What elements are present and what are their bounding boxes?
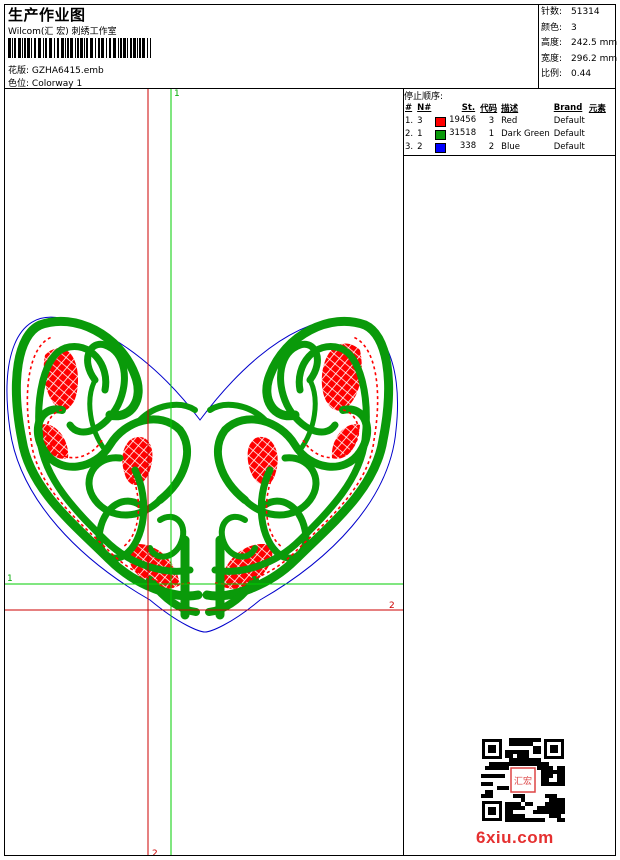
col-desc: 描述 bbox=[501, 103, 519, 114]
barcode bbox=[8, 38, 151, 58]
stat-width: 宽度: 296.2 mm bbox=[541, 53, 618, 64]
color-swatch bbox=[435, 116, 447, 127]
panel-divider-horizontal bbox=[403, 155, 616, 156]
table-row: 1. 3 19456 3 Red Default bbox=[405, 114, 585, 127]
site-watermark: 6xiu.com bbox=[476, 828, 554, 847]
stat-scale: 比例: 0.44 bbox=[541, 69, 592, 79]
table-row: 3. 2 338 2 Blue Default bbox=[405, 140, 585, 153]
col-needle: N# bbox=[417, 102, 432, 113]
stats-divider bbox=[538, 4, 539, 88]
design-file: GZHA6415.emb bbox=[31, 66, 104, 76]
col-brand: Brand bbox=[553, 102, 583, 113]
stats-panel: 针数: 51314 颜色: 3 高度: 242.5 mm 宽度: 296.2 mm 比例… bbox=[541, 5, 617, 83]
design-label: 花版: bbox=[8, 66, 30, 76]
col-stitches: St. bbox=[461, 102, 476, 113]
guide-label-green-h: 1 bbox=[7, 574, 13, 584]
design-file-line: 花版: GZHA6415.emb bbox=[8, 63, 104, 76]
guide-label-green-v: 1 bbox=[174, 89, 180, 99]
qr-code: 汇宏 bbox=[481, 738, 565, 822]
color-swatch bbox=[435, 129, 447, 140]
seal-text: 汇宏 bbox=[514, 775, 532, 787]
stat-colors: 颜色: 3 bbox=[541, 22, 577, 33]
col-element: 元素 bbox=[588, 103, 606, 114]
stat-height: 高度: 242.5 mm bbox=[541, 38, 618, 48]
table-row: 2. 1 31518 1 Dark Green Default bbox=[405, 127, 585, 140]
sheet-title: 生产作业图 bbox=[8, 6, 86, 24]
panel-divider bbox=[403, 88, 404, 856]
col-code: 代码 bbox=[480, 103, 498, 114]
guide-lines bbox=[5, 89, 403, 855]
stat-stitches: 针数: 51314 bbox=[541, 7, 600, 17]
embroidery-canvas: 1 1 2 2 bbox=[5, 89, 403, 855]
stop-sequence-header-row: # N# St. 代码 描述 Brand 元素 bbox=[403, 101, 608, 114]
company-name: Wilcom(汇 宏) 刺绣工作室 bbox=[8, 27, 117, 37]
color-swatch bbox=[435, 142, 447, 153]
guide-label-red-h: 2 bbox=[389, 601, 395, 611]
col-index: # bbox=[405, 102, 413, 113]
stop-sequence-table: # N# St. 代码 描述 Brand 元素 1. 3 19456 3 Red… bbox=[403, 101, 608, 153]
guide-label-red-v: 2 bbox=[152, 849, 158, 855]
